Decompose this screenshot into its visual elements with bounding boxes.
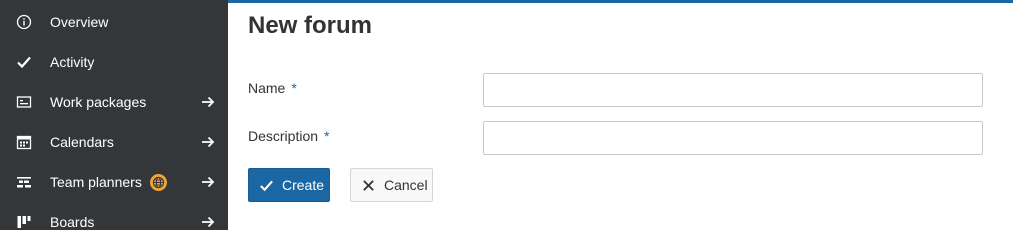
page-title: New forum <box>248 12 373 39</box>
sidebar-item-label: Overview <box>50 14 109 30</box>
sidebar-item-team-planners[interactable]: Team planners <box>0 162 228 202</box>
sidebar-item-overview[interactable]: Overview <box>0 2 228 42</box>
sidebar-item-label: Team planners <box>50 173 167 191</box>
arrow-right-icon[interactable] <box>200 214 216 230</box>
work-packages-icon <box>15 93 33 111</box>
required-marker: * <box>291 80 297 96</box>
enterprise-globe-icon <box>149 173 167 191</box>
checkmark-icon <box>258 177 274 193</box>
sidebar-item-label: Calendars <box>50 134 114 150</box>
name-field-label: Name * <box>248 80 297 96</box>
close-icon <box>360 177 376 193</box>
sidebar-item-label: Work packages <box>50 94 147 110</box>
sidebar-item-label: Activity <box>50 54 95 70</box>
project-sidebar: Overview Activity Work packages Calendar… <box>0 0 228 230</box>
team-planner-icon <box>15 173 33 191</box>
arrow-right-icon[interactable] <box>200 134 216 150</box>
sidebar-item-label-text: Team planners <box>50 174 142 190</box>
description-label-text: Description <box>248 128 319 144</box>
arrow-right-icon[interactable] <box>200 174 216 190</box>
boards-icon <box>15 213 33 230</box>
description-input[interactable] <box>483 121 983 155</box>
sidebar-item-boards[interactable]: Boards <box>0 202 228 230</box>
create-button-label: Create <box>282 177 325 193</box>
name-input[interactable] <box>483 73 983 107</box>
sidebar-item-label: Boards <box>50 214 95 230</box>
info-icon <box>15 13 33 31</box>
cancel-button[interactable]: Cancel <box>350 168 433 202</box>
sidebar-item-calendars[interactable]: Calendars <box>0 122 228 162</box>
description-field-label: Description * <box>248 128 329 144</box>
sidebar-item-work-packages[interactable]: Work packages <box>0 82 228 122</box>
required-marker: * <box>324 128 330 144</box>
calendar-icon <box>15 133 33 151</box>
checkmark-icon <box>15 53 33 71</box>
arrow-right-icon[interactable] <box>200 94 216 110</box>
sidebar-item-activity[interactable]: Activity <box>0 42 228 82</box>
header-accent-line <box>228 0 1013 3</box>
create-button[interactable]: Create <box>248 168 330 202</box>
name-label-text: Name <box>248 80 286 96</box>
cancel-button-label: Cancel <box>384 177 428 193</box>
